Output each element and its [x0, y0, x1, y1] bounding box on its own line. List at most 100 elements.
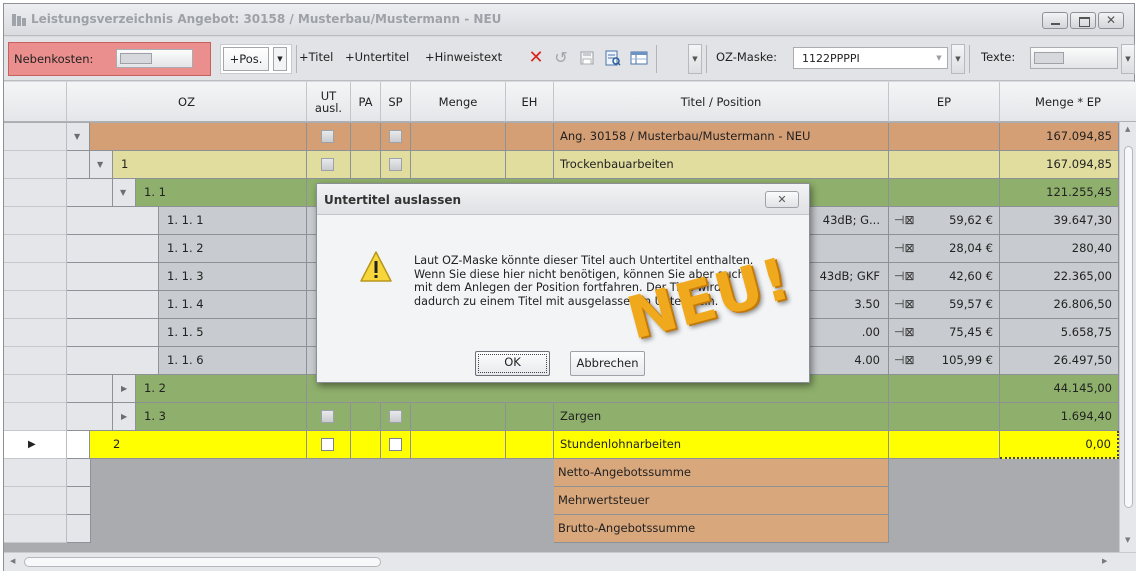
column-header-eh[interactable]: EH — [506, 82, 554, 122]
cell-total[interactable]: 22.365,00 — [1000, 263, 1119, 291]
add-position-button[interactable]: +Pos. — [223, 47, 269, 71]
cell-ep[interactable]: ⊣⊠ 59,62 € — [889, 207, 1000, 235]
oz-maske-dropdown[interactable]: ▼ — [951, 44, 965, 74]
cell-menge[interactable] — [411, 151, 506, 179]
cell-total[interactable]: 39.647,30 — [1000, 207, 1119, 235]
cell-menge[interactable] — [411, 123, 506, 151]
column-header-menge[interactable]: Menge — [411, 82, 506, 122]
cell-oz[interactable]: 1. 1. 1 — [159, 207, 307, 235]
cancel-button[interactable]: Abbrechen — [570, 351, 645, 376]
cell-oz[interactable]: 1. 2 — [136, 375, 307, 403]
cell-oz[interactable]: 1. 1. 5 — [159, 319, 307, 347]
cell-ep[interactable]: ⊣⊠ 42,60 € — [889, 263, 1000, 291]
close-window-button[interactable]: ✕ — [1098, 12, 1124, 29]
vertical-scrollbar[interactable]: ▲ ▼ — [1119, 122, 1136, 552]
table-row[interactable]: ▼ Ang. 30158 / Musterbau/Mustermann - NE… — [4, 123, 1119, 151]
cell-ep[interactable]: ⊣⊠ 105,99 € — [889, 347, 1000, 375]
cell-ep[interactable]: ⊣⊠ 28,04 € — [889, 235, 1000, 263]
checkbox[interactable] — [321, 158, 334, 171]
oz-maske-select[interactable]: 1122PPPPI ▼ — [793, 47, 948, 69]
dialog-close-button[interactable]: ✕ — [765, 191, 799, 208]
report-icon[interactable] — [602, 47, 624, 69]
cell-eh[interactable] — [506, 431, 554, 459]
cell-oz[interactable]: 1. 1. 2 — [159, 235, 307, 263]
vertical-scroll-thumb[interactable] — [1124, 146, 1133, 508]
cell-oz[interactable]: 1. 1. 4 — [159, 291, 307, 319]
scroll-left-icon[interactable]: ◀ — [10, 557, 15, 565]
cell-eh[interactable] — [506, 403, 554, 431]
scroll-up-icon[interactable]: ▲ — [1125, 125, 1130, 133]
column-header-menge-ep[interactable]: Menge * EP — [1000, 82, 1136, 122]
cell-titel[interactable]: Zargen — [554, 403, 889, 431]
column-header-sp[interactable]: SP — [381, 82, 411, 122]
column-header-oz[interactable]: OZ — [67, 82, 307, 122]
checkbox[interactable] — [321, 130, 334, 143]
column-header-titel-position[interactable]: Titel / Position — [554, 82, 889, 122]
scroll-right-icon[interactable]: ▶ — [1102, 557, 1107, 565]
checkbox[interactable] — [321, 438, 334, 451]
checkbox[interactable] — [321, 410, 334, 423]
cell-ep[interactable]: ⊣⊠ 75,45 € — [889, 319, 1000, 347]
collapse-icon[interactable]: ▼ — [74, 123, 80, 150]
cell-menge[interactable] — [411, 403, 506, 431]
column-header-pa[interactable]: PA — [351, 82, 381, 122]
cell-total[interactable]: 167.094,85 — [1000, 123, 1119, 151]
add-position-dropdown[interactable]: ▼ — [273, 47, 287, 71]
cell-total[interactable]: 0,00 — [1000, 431, 1119, 459]
dialog-title-bar[interactable]: Untertitel auslassen ✕ — [317, 184, 809, 215]
cell-oz[interactable]: 1. 1. 6 — [159, 347, 307, 375]
cell-ep[interactable] — [889, 179, 1000, 207]
cell-oz[interactable] — [90, 123, 307, 151]
cell-total[interactable]: 121.255,45 — [1000, 179, 1119, 207]
cell-eh[interactable] — [506, 123, 554, 151]
cell-ep[interactable] — [889, 151, 1000, 179]
column-header-ut-ausl[interactable]: UT ausl. — [307, 82, 351, 122]
add-titel-button[interactable]: +Titel — [299, 50, 333, 64]
cell-oz[interactable]: 1. 3 — [136, 403, 307, 431]
cell-oz[interactable]: 1. 1 — [136, 179, 307, 207]
undo-icon[interactable]: ↺ — [550, 47, 572, 69]
cell-ep[interactable] — [889, 403, 1000, 431]
pin-icon[interactable]: ⊣⊠ — [894, 319, 915, 346]
pin-icon[interactable]: ⊣⊠ — [894, 263, 915, 290]
save-icon[interactable] — [576, 47, 598, 69]
table-row[interactable]: ▼ 1 Trockenbauarbeiten 167.094,85 — [4, 151, 1119, 179]
add-hinweistext-button[interactable]: +Hinweistext — [425, 50, 502, 64]
cell-oz[interactable]: 2 — [90, 431, 307, 459]
cell-ep[interactable] — [889, 375, 1000, 403]
cell-oz[interactable]: 1 — [113, 151, 307, 179]
title-bar[interactable]: Leistungsverzeichnis Angebot: 30158 / Mu… — [4, 4, 1134, 36]
cell-titel[interactable]: Trockenbauarbeiten — [554, 151, 889, 179]
cell-titel[interactable]: Ang. 30158 / Musterbau/Mustermann - NEU — [554, 123, 889, 151]
pin-icon[interactable]: ⊣⊠ — [894, 207, 915, 234]
checkbox[interactable] — [389, 130, 402, 143]
toolbar-overflow-dropdown[interactable]: ▼ — [688, 44, 702, 74]
checkbox[interactable] — [389, 410, 402, 423]
collapse-icon[interactable]: ▼ — [97, 151, 103, 178]
table-row[interactable]: ▶ 1. 3 Zargen 1.694,40 — [4, 403, 1119, 431]
scroll-down-icon[interactable]: ▼ — [1125, 536, 1130, 544]
checkbox[interactable] — [389, 438, 402, 451]
cell-total[interactable]: 44.145,00 — [1000, 375, 1119, 403]
cell-total[interactable]: 1.694,40 — [1000, 403, 1119, 431]
cell-ep[interactable]: ⊣⊠ 59,57 € — [889, 291, 1000, 319]
cell-total[interactable]: 5.658,75 — [1000, 319, 1119, 347]
cell-oz[interactable]: 1. 1. 3 — [159, 263, 307, 291]
checkbox[interactable] — [389, 158, 402, 171]
minimize-button[interactable] — [1042, 12, 1068, 29]
expand-icon[interactable]: ▶ — [121, 375, 127, 402]
ok-button[interactable]: OK — [475, 351, 550, 376]
cell-eh[interactable] — [506, 151, 554, 179]
texte-toggle[interactable] — [1030, 47, 1118, 69]
collapse-icon[interactable]: ▼ — [120, 179, 126, 206]
cell-ep[interactable] — [889, 123, 1000, 151]
horizontal-scroll-thumb[interactable] — [24, 557, 381, 567]
table-layout-icon[interactable] — [628, 47, 650, 69]
cell-menge[interactable] — [411, 431, 506, 459]
nebenkosten-toggle[interactable] — [116, 49, 193, 68]
table-row-selected[interactable]: ▶ 2 Stundenlohnarbeiten 0,00 — [4, 431, 1119, 459]
cell-total[interactable]: 26.497,50 — [1000, 347, 1119, 375]
expand-icon[interactable]: ▶ — [121, 403, 127, 430]
column-header-ep[interactable]: EP — [889, 82, 1000, 122]
add-untertitel-button[interactable]: +Untertitel — [345, 50, 409, 64]
